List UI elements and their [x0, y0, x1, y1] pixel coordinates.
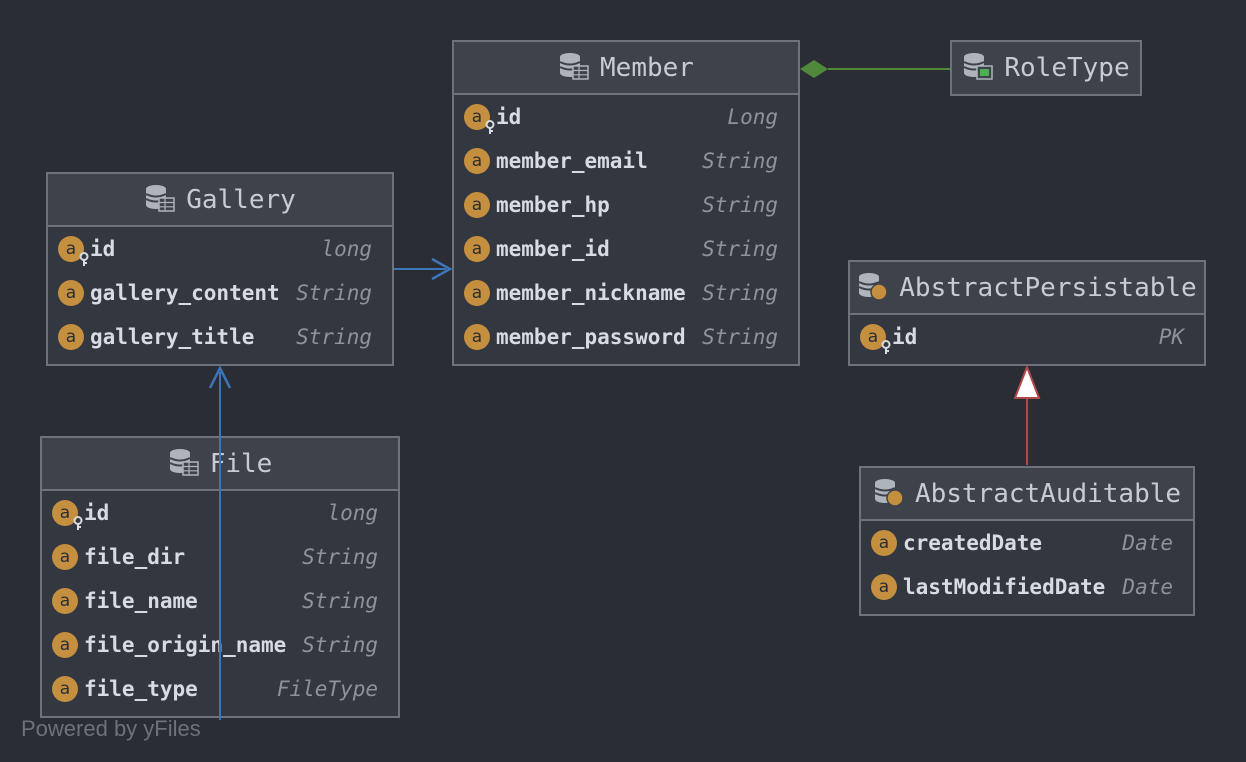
member-field[interactable]: a id Long: [454, 95, 798, 139]
arrowhead-to-member: [431, 257, 453, 281]
field-name: id: [892, 325, 918, 349]
member-field[interactable]: a member_id String: [454, 227, 798, 271]
field-name: lastModifiedDate: [903, 575, 1106, 599]
mapped-superclass-icon: [873, 476, 905, 512]
field-type: String: [702, 325, 778, 349]
file-field[interactable]: a file_dir String: [42, 535, 398, 579]
entity-table-icon: [558, 50, 590, 86]
abstract-auditable-field[interactable]: a lastModifiedDate Date: [861, 565, 1193, 609]
field-name: gallery_content: [90, 281, 280, 305]
file-field[interactable]: a file_name String: [42, 579, 398, 623]
roletype-header[interactable]: RoleType: [952, 42, 1140, 94]
member-header[interactable]: Member: [454, 42, 798, 95]
abstract-persistable-class[interactable]: AbstractPersistable a id PK: [848, 260, 1206, 366]
gallery-field[interactable]: a gallery_title String: [48, 315, 392, 359]
field-name: createdDate: [903, 531, 1043, 555]
field-type: String: [302, 545, 378, 569]
abstract-auditable-title: AbstractAuditable: [914, 478, 1182, 509]
attribute-icon: a: [58, 280, 84, 306]
abstract-persistable-header[interactable]: AbstractPersistable: [850, 262, 1204, 315]
file-field[interactable]: a file_origin_name String: [42, 623, 398, 667]
attribute-icon: a: [464, 280, 490, 306]
entity-table-icon: [144, 182, 176, 218]
abstract-persistable-field[interactable]: a id PK: [850, 315, 1204, 359]
entity-table-icon: [168, 446, 200, 482]
member-title: Member: [600, 52, 694, 83]
field-type: PK: [1158, 325, 1184, 349]
file-title: File: [209, 448, 273, 479]
member-field[interactable]: a member_hp String: [454, 183, 798, 227]
field-type: String: [302, 633, 378, 657]
key-attribute-icon: a: [860, 324, 891, 354]
field-name: id: [90, 237, 116, 261]
key-attribute-icon: a: [464, 104, 495, 134]
attribute-icon: a: [871, 574, 897, 600]
field-name: member_nickname: [496, 281, 686, 305]
field-type: FileType: [276, 677, 378, 701]
field-type: String: [296, 325, 372, 349]
field-name: member_email: [496, 149, 648, 173]
enum-table-icon: [962, 50, 994, 86]
key-attribute-icon: a: [58, 236, 89, 266]
member-field[interactable]: a member_nickname String: [454, 271, 798, 315]
powered-by-label: Powered by yFiles: [21, 716, 201, 741]
field-type: Date: [1122, 575, 1173, 599]
field-name: member_password: [496, 325, 686, 349]
member-entity[interactable]: Member a id Long a member_email String a…: [452, 40, 800, 366]
field-name: member_id: [496, 237, 610, 261]
attribute-icon: a: [464, 192, 490, 218]
attribute-icon: a: [52, 588, 78, 614]
file-field[interactable]: a file_type FileType: [42, 667, 398, 711]
field-name: id: [84, 501, 110, 525]
attribute-icon: a: [464, 324, 490, 350]
field-type: String: [702, 149, 778, 173]
field-type: String: [702, 193, 778, 217]
roletype-title: RoleType: [1004, 53, 1130, 83]
composition-diamond: [800, 60, 828, 78]
field-type: String: [702, 281, 778, 305]
arrowhead-to-gallery: [208, 365, 232, 389]
field-type: Long: [727, 105, 778, 129]
field-name: file_origin_name: [84, 633, 287, 657]
field-name: member_hp: [496, 193, 610, 217]
field-type: String: [302, 589, 378, 613]
attribute-icon: a: [871, 530, 897, 556]
field-name: gallery_title: [90, 325, 255, 349]
gallery-header[interactable]: Gallery: [48, 174, 392, 227]
file-entity[interactable]: File a id long a file_dir String a file_…: [40, 436, 400, 718]
attribute-icon: a: [52, 544, 78, 570]
abstract-auditable-header[interactable]: AbstractAuditable: [861, 468, 1193, 521]
gallery-field[interactable]: a gallery_content String: [48, 271, 392, 315]
abstract-auditable-field[interactable]: a createdDate Date: [861, 521, 1193, 565]
file-header[interactable]: File: [42, 438, 398, 491]
gallery-field[interactable]: a id long: [48, 227, 392, 271]
roletype-enum[interactable]: RoleType: [950, 40, 1142, 96]
inheritance-triangle: [1013, 364, 1041, 399]
field-type: String: [702, 237, 778, 261]
field-type: String: [296, 281, 372, 305]
attribute-icon: a: [52, 676, 78, 702]
abstract-persistable-title: AbstractPersistable: [899, 272, 1197, 303]
field-type: Date: [1122, 531, 1173, 555]
attribute-icon: a: [464, 236, 490, 262]
attribute-icon: a: [464, 148, 490, 174]
member-field[interactable]: a member_password String: [454, 315, 798, 359]
attribute-icon: a: [58, 324, 84, 350]
field-type: long: [327, 501, 378, 525]
field-name: id: [496, 105, 522, 129]
key-attribute-icon: a: [52, 500, 83, 530]
file-field[interactable]: a id long: [42, 491, 398, 535]
field-name: file_dir: [84, 545, 186, 569]
mapped-superclass-icon: [857, 270, 889, 306]
abstract-auditable-class[interactable]: AbstractAuditable a createdDate Date a l…: [859, 466, 1195, 616]
gallery-entity[interactable]: Gallery a id long a gallery_content Stri…: [46, 172, 394, 366]
gallery-title: Gallery: [186, 184, 296, 215]
field-type: long: [321, 237, 372, 261]
attribute-icon: a: [52, 632, 78, 658]
field-name: file_type: [84, 677, 198, 701]
field-name: file_name: [84, 589, 198, 613]
member-field[interactable]: a member_email String: [454, 139, 798, 183]
